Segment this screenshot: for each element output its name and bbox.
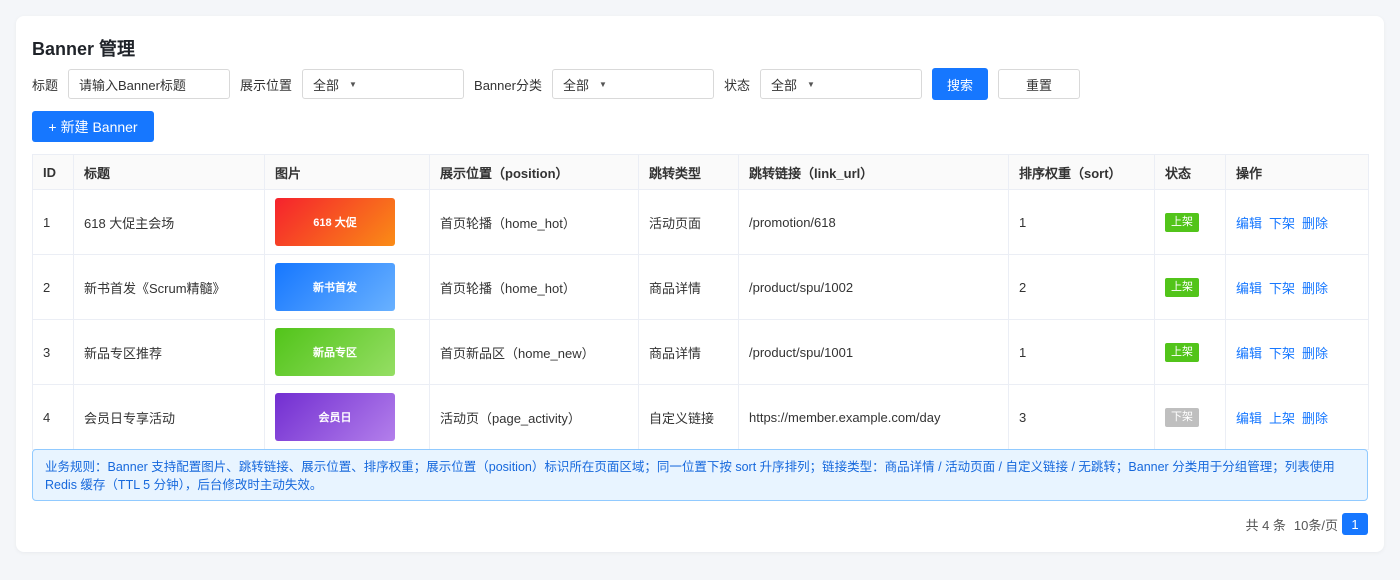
delete-link[interactable]: 删除: [1302, 411, 1328, 426]
caret-down-icon: ▼: [349, 79, 357, 89]
category-filter-label: Banner分类: [474, 77, 542, 93]
status-badge: 上架: [1165, 212, 1199, 232]
new-banner-button[interactable]: + 新建 Banner: [32, 111, 154, 142]
position-filter-value: 全部: [313, 77, 340, 93]
edit-link[interactable]: 编辑: [1236, 346, 1262, 361]
cell-position: 首页轮播（home_hot）: [429, 189, 639, 255]
cell-sort: 1: [1008, 189, 1155, 255]
pagination: 共 4 条 10条/页 1: [1245, 513, 1368, 535]
header-jump-type: 跳转类型: [638, 154, 739, 190]
status-filter-label: 状态: [723, 77, 750, 93]
cell-title: 618 大促主会场: [73, 189, 265, 255]
cell-actions: 编辑 上架 删除: [1225, 384, 1369, 450]
cell-actions: 编辑 下架 删除: [1225, 254, 1369, 320]
cell-jump-type: 活动页面: [638, 189, 739, 255]
new-banner-label: 新建 Banner: [60, 118, 138, 135]
edit-link[interactable]: 编辑: [1236, 411, 1262, 426]
table-row: 2 新书首发《Scrum精髓》 新书首发 首页轮播（home_hot） 商品详情…: [32, 254, 1369, 320]
table-row: 3 新品专区推荐 新品专区 首页新品区（home_new） 商品详情 /prod…: [32, 319, 1369, 385]
toggle-shelf-link[interactable]: 下架: [1269, 281, 1295, 296]
cell-title: 新品专区推荐: [73, 319, 265, 385]
table-row: 1 618 大促主会场 618 大促 首页轮播（home_hot） 活动页面 /…: [32, 189, 1369, 255]
cell-status: 上架: [1154, 254, 1226, 320]
cell-link: https://member.example.com/day: [738, 384, 1009, 450]
header-status: 状态: [1154, 154, 1226, 190]
header-sort: 排序权重（sort）: [1008, 154, 1155, 190]
filter-bar: 标题 请输入Banner标题 展示位置 全部 ▼ Banner分类 全部 ▼ 状…: [32, 68, 1080, 100]
plus-icon: +: [48, 118, 57, 135]
cell-jump-type: 自定义链接: [638, 384, 739, 450]
cell-jump-type: 商品详情: [638, 254, 739, 320]
cell-position: 活动页（page_activity）: [429, 384, 639, 450]
title-filter-placeholder: 请输入Banner标题: [79, 77, 186, 93]
cell-title: 会员日专享活动: [73, 384, 265, 450]
cell-sort: 2: [1008, 254, 1155, 320]
business-rules-notice: 业务规则：Banner 支持配置图片、跳转链接、展示位置、排序权重；展示位置（p…: [32, 449, 1368, 501]
cell-link: /promotion/618: [738, 189, 1009, 255]
cell-image: 新品专区: [264, 319, 430, 385]
header-position: 展示位置（position）: [429, 154, 639, 190]
cell-link: /product/spu/1002: [738, 254, 1009, 320]
cell-image: 新书首发: [264, 254, 430, 320]
header-link: 跳转链接（link_url）: [738, 154, 1009, 190]
page-number-current[interactable]: 1: [1342, 513, 1368, 535]
cell-position: 首页轮播（home_hot）: [429, 254, 639, 320]
page-size-select[interactable]: 10条/页: [1294, 515, 1338, 534]
cell-id: 4: [32, 384, 74, 450]
category-filter-value: 全部: [562, 77, 589, 93]
banner-thumbnail[interactable]: 会员日: [275, 393, 395, 441]
cell-position: 首页新品区（home_new）: [429, 319, 639, 385]
banner-thumbnail[interactable]: 新品专区: [275, 328, 395, 376]
delete-link[interactable]: 删除: [1302, 346, 1328, 361]
caret-down-icon: ▼: [806, 79, 815, 89]
banner-thumbnail[interactable]: 新书首发: [275, 263, 395, 311]
table-header-row: ID 标题 图片 展示位置（position） 跳转类型 跳转链接（link_u…: [32, 154, 1369, 190]
toggle-shelf-link[interactable]: 上架: [1269, 411, 1295, 426]
cell-image: 会员日: [264, 384, 430, 450]
header-title: 标题: [73, 154, 265, 190]
position-filter-select[interactable]: 全部 ▼: [302, 69, 465, 99]
toggle-shelf-link[interactable]: 下架: [1269, 346, 1295, 361]
search-button[interactable]: 搜索: [931, 68, 988, 100]
cell-id: 2: [32, 254, 74, 320]
cell-title: 新书首发《Scrum精髓》: [73, 254, 265, 320]
delete-link[interactable]: 删除: [1302, 216, 1328, 231]
reset-button[interactable]: 重置: [997, 69, 1080, 99]
header-actions: 操作: [1225, 154, 1369, 190]
cell-status: 下架: [1154, 384, 1226, 450]
edit-link[interactable]: 编辑: [1236, 216, 1262, 231]
cell-status: 上架: [1154, 319, 1226, 385]
cell-id: 1: [32, 189, 74, 255]
caret-down-icon: ▼: [598, 79, 607, 89]
status-badge: 上架: [1165, 342, 1199, 362]
status-filter-select[interactable]: 全部 ▼: [759, 69, 922, 99]
title-filter-input[interactable]: 请输入Banner标题: [68, 69, 231, 99]
cell-id: 3: [32, 319, 74, 385]
cell-status: 上架: [1154, 189, 1226, 255]
status-filter-value: 全部: [770, 77, 797, 93]
pagination-total: 共 4 条: [1245, 517, 1286, 533]
cell-actions: 编辑 下架 删除: [1225, 319, 1369, 385]
category-filter-select[interactable]: 全部 ▼: [551, 69, 714, 99]
banner-thumbnail[interactable]: 618 大促: [275, 198, 395, 246]
position-filter-label: 展示位置: [240, 77, 293, 93]
header-image: 图片: [264, 154, 430, 190]
edit-link[interactable]: 编辑: [1236, 281, 1262, 296]
cell-sort: 3: [1008, 384, 1155, 450]
cell-link: /product/spu/1001: [738, 319, 1009, 385]
status-badge: 下架: [1165, 407, 1199, 427]
cell-actions: 编辑 下架 删除: [1225, 189, 1369, 255]
cell-jump-type: 商品详情: [638, 319, 739, 385]
cell-image: 618 大促: [264, 189, 430, 255]
page-title: Banner 管理: [32, 39, 136, 59]
header-id: ID: [32, 154, 74, 190]
delete-link[interactable]: 删除: [1302, 281, 1328, 296]
cell-sort: 1: [1008, 319, 1155, 385]
table-row: 4 会员日专享活动 会员日 活动页（page_activity） 自定义链接 h…: [32, 384, 1369, 450]
banner-management-card: Banner 管理 标题 请输入Banner标题 展示位置 全部 ▼ Banne…: [16, 16, 1384, 552]
status-badge: 上架: [1165, 277, 1199, 297]
title-filter-label: 标题: [32, 77, 59, 93]
toggle-shelf-link[interactable]: 下架: [1269, 216, 1295, 231]
banner-table: ID 标题 图片 展示位置（position） 跳转类型 跳转链接（link_u…: [32, 154, 1369, 450]
